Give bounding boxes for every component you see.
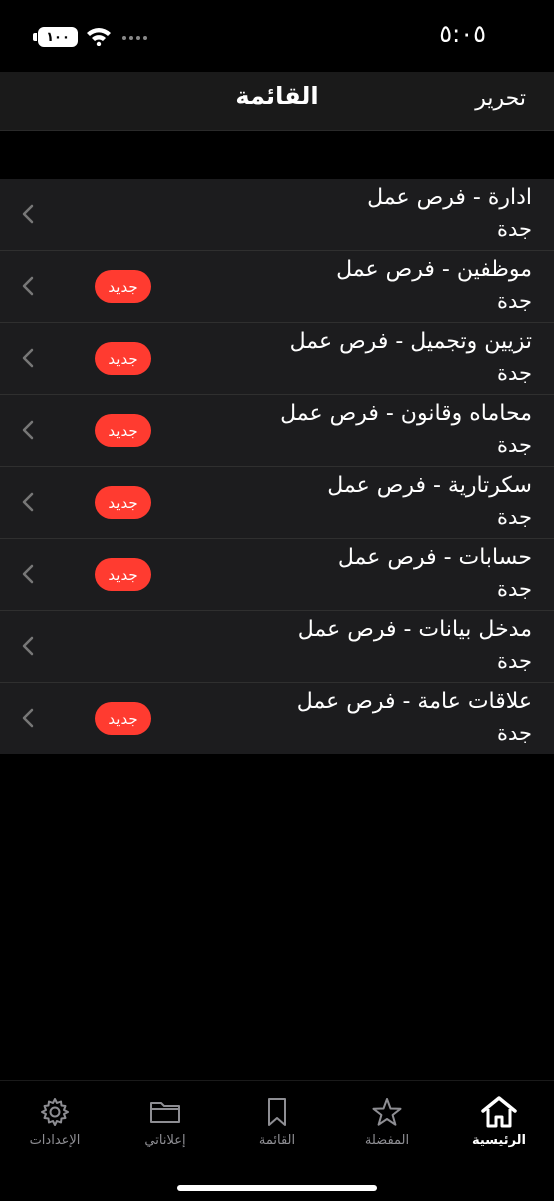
wifi-icon bbox=[86, 26, 112, 50]
battery-icon: ١٠٠ bbox=[38, 27, 78, 47]
tab-home[interactable]: الرئيسية bbox=[444, 1095, 554, 1148]
list-item[interactable]: محاماه وقانون - فرص عمل جدة جديد bbox=[0, 395, 554, 467]
tab-bar: الرئيسية المفضلة القائمة إعلاناتي الإعدا… bbox=[0, 1080, 554, 1201]
tab-settings[interactable]: الإعدادات bbox=[0, 1095, 110, 1148]
tab-label: إعلاناتي bbox=[144, 1133, 186, 1148]
battery-tip bbox=[33, 33, 37, 41]
bookmark-icon bbox=[268, 1098, 286, 1126]
new-badge: جديد bbox=[95, 558, 151, 591]
battery-level: ١٠٠ bbox=[46, 29, 70, 45]
list-item-title: ادارة - فرص عمل bbox=[367, 185, 532, 210]
new-badge: جديد bbox=[95, 486, 151, 519]
gear-icon bbox=[41, 1098, 69, 1126]
status-bar: ٥:٠٥ ١٠٠ bbox=[0, 0, 554, 72]
list-item-title: تزيين وتجميل - فرص عمل bbox=[289, 329, 532, 354]
chevron-left-icon bbox=[22, 492, 34, 516]
list-item-title: محاماه وقانون - فرص عمل bbox=[280, 401, 532, 426]
tab-label: الرئيسية bbox=[471, 1133, 527, 1148]
list-item-subtitle: جدة bbox=[496, 505, 532, 529]
list-item-title: حسابات - فرص عمل bbox=[337, 545, 532, 570]
folder-icon bbox=[150, 1102, 180, 1123]
tab-list[interactable]: القائمة bbox=[222, 1095, 332, 1148]
list-item-subtitle: جدة bbox=[496, 289, 532, 313]
tab-label: القائمة bbox=[258, 1133, 296, 1148]
list-item-subtitle: جدة bbox=[496, 217, 532, 241]
page-title: القائمة bbox=[235, 82, 319, 110]
chevron-left-icon bbox=[22, 636, 34, 660]
star-icon bbox=[372, 1098, 402, 1126]
list-item[interactable]: سكرتارية - فرص عمل جدة جديد bbox=[0, 467, 554, 539]
chevron-left-icon bbox=[22, 348, 34, 372]
home-icon bbox=[481, 1096, 517, 1128]
home-indicator bbox=[177, 1185, 377, 1191]
navigation-bar: تحرير القائمة bbox=[0, 72, 554, 131]
tab-label: المفضلة bbox=[364, 1133, 410, 1148]
list-item-subtitle: جدة bbox=[496, 361, 532, 385]
list-item[interactable]: ادارة - فرص عمل جدة bbox=[0, 179, 554, 251]
chevron-left-icon bbox=[22, 420, 34, 444]
list-item-subtitle: جدة bbox=[496, 649, 532, 673]
chevron-left-icon bbox=[22, 276, 34, 300]
new-badge: جديد bbox=[95, 270, 151, 303]
cellular-signal-icon bbox=[122, 36, 147, 40]
list-item-subtitle: جدة bbox=[496, 721, 532, 745]
list-item-subtitle: جدة bbox=[496, 433, 532, 457]
list-item-subtitle: جدة bbox=[496, 577, 532, 601]
new-badge: جديد bbox=[95, 342, 151, 375]
list-item-title: علاقات عامة - فرص عمل bbox=[296, 689, 532, 714]
chevron-left-icon bbox=[22, 708, 34, 732]
list-item[interactable]: موظفين - فرص عمل جدة جديد bbox=[0, 251, 554, 323]
new-badge: جديد bbox=[95, 702, 151, 735]
list-item-title: موظفين - فرص عمل bbox=[336, 257, 532, 282]
list-item[interactable]: تزيين وتجميل - فرص عمل جدة جديد bbox=[0, 323, 554, 395]
new-badge: جديد bbox=[95, 414, 151, 447]
status-time: ٥:٠٥ bbox=[439, 20, 486, 48]
job-list: ادارة - فرص عمل جدة موظفين - فرص عمل جدة… bbox=[0, 179, 554, 754]
chevron-left-icon bbox=[22, 204, 34, 228]
list-item[interactable]: مدخل بيانات - فرص عمل جدة bbox=[0, 611, 554, 683]
list-item[interactable]: حسابات - فرص عمل جدة جديد bbox=[0, 539, 554, 611]
tab-my-ads[interactable]: إعلاناتي bbox=[110, 1095, 220, 1148]
list-item-title: سكرتارية - فرص عمل bbox=[327, 473, 532, 498]
list-item-title: مدخل بيانات - فرص عمل bbox=[297, 617, 532, 642]
tab-favorites[interactable]: المفضلة bbox=[332, 1095, 442, 1148]
list-item[interactable]: علاقات عامة - فرص عمل جدة جديد bbox=[0, 683, 554, 754]
tab-label: الإعدادات bbox=[29, 1133, 81, 1148]
chevron-left-icon bbox=[22, 564, 34, 588]
